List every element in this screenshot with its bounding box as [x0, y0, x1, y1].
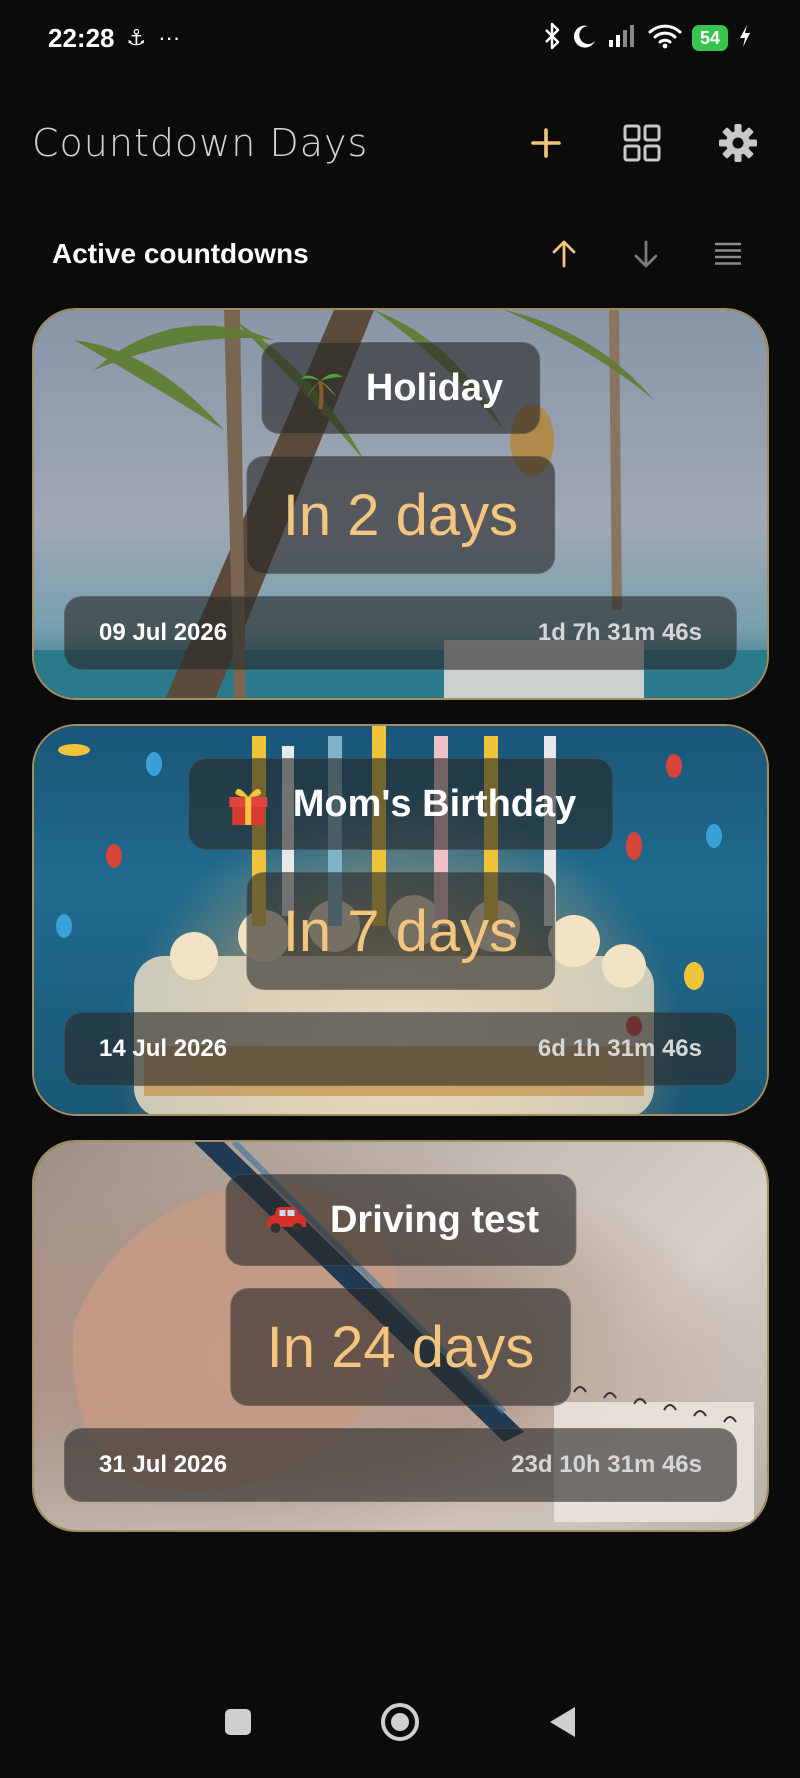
charging-icon — [738, 24, 752, 53]
recents-button[interactable] — [214, 1698, 262, 1746]
countdown-name: Holiday — [365, 366, 504, 409]
countdown-card[interactable]: Driving test In 24 days 31 Jul 2026 23d … — [32, 1140, 769, 1532]
countdown-days-pill: In 7 days — [245, 872, 556, 990]
battery-icon: 54 — [691, 25, 728, 51]
anchor-icon: ⚓ — [126, 25, 147, 50]
status-time: 22:28 — [48, 22, 115, 53]
add-button[interactable] — [520, 117, 572, 169]
list-view-button[interactable] — [702, 228, 754, 280]
countdown-days: In 2 days — [282, 482, 519, 548]
countdown-remaining: 6d 1h 31m 46s — [537, 1035, 702, 1062]
arrow-down-icon — [634, 240, 658, 268]
arrow-up-icon — [552, 240, 576, 268]
status-bar: 22:28 ⚓ ··· 54 — [0, 0, 800, 76]
add-icon — [531, 128, 561, 158]
system-nav-bar — [0, 1682, 800, 1778]
settings-button[interactable] — [712, 117, 764, 169]
countdown-footer: 09 Jul 2026 1d 7h 31m 46s — [64, 596, 737, 670]
car-icon — [262, 1197, 308, 1243]
countdown-days: In 7 days — [282, 898, 519, 964]
wifi-icon — [648, 23, 682, 54]
palm-tree-icon — [298, 365, 344, 411]
sort-descending-button[interactable] — [620, 228, 672, 280]
countdown-remaining: 23d 10h 31m 46s — [511, 1451, 702, 1478]
gear-icon — [719, 124, 757, 162]
countdown-name: Mom's Birthday — [292, 782, 577, 825]
gift-icon — [225, 781, 271, 827]
list-icon — [715, 242, 741, 265]
section-title: Active countdowns — [52, 238, 309, 269]
recents-icon — [225, 1709, 251, 1735]
countdown-card[interactable]: Mom's Birthday In 7 days 14 Jul 2026 6d … — [32, 724, 769, 1116]
more-notifications-icon: ··· — [158, 25, 181, 50]
back-icon — [550, 1707, 575, 1737]
countdown-card[interactable]: Holiday In 2 days 09 Jul 2026 1d 7h 31m … — [32, 308, 769, 700]
countdown-name-pill: Mom's Birthday — [187, 758, 614, 850]
countdown-remaining: 1d 7h 31m 46s — [537, 619, 702, 646]
app-title: Countdown Days — [32, 121, 369, 165]
app-bar: Countdown Days — [0, 100, 800, 186]
countdown-days: In 24 days — [266, 1314, 535, 1380]
back-button[interactable] — [538, 1698, 586, 1746]
countdown-days-pill: In 2 days — [245, 456, 556, 574]
countdown-name-pill: Holiday — [260, 342, 541, 434]
signal-icon — [608, 24, 638, 53]
countdown-footer: 14 Jul 2026 6d 1h 31m 46s — [64, 1012, 737, 1086]
countdown-name: Driving test — [329, 1198, 540, 1241]
moon-icon — [572, 23, 598, 54]
status-right: 54 — [542, 22, 752, 55]
countdown-date: 31 Jul 2026 — [99, 1451, 228, 1478]
status-left: 22:28 ⚓ ··· — [48, 23, 180, 54]
home-button[interactable] — [376, 1698, 424, 1746]
countdown-footer: 31 Jul 2026 23d 10h 31m 46s — [64, 1428, 737, 1502]
app-bar-actions — [520, 117, 764, 169]
grid-view-button[interactable] — [616, 117, 668, 169]
home-icon — [381, 1703, 419, 1741]
countdown-name-pill: Driving test — [224, 1174, 577, 1266]
sort-actions — [538, 228, 754, 280]
bluetooth-icon — [542, 22, 562, 55]
countdown-date: 09 Jul 2026 — [99, 619, 228, 646]
countdown-date: 14 Jul 2026 — [99, 1035, 228, 1062]
sort-ascending-button[interactable] — [538, 228, 590, 280]
section-header: Active countdowns — [0, 222, 800, 286]
grid-icon — [623, 124, 661, 162]
countdown-days-pill: In 24 days — [229, 1288, 572, 1406]
